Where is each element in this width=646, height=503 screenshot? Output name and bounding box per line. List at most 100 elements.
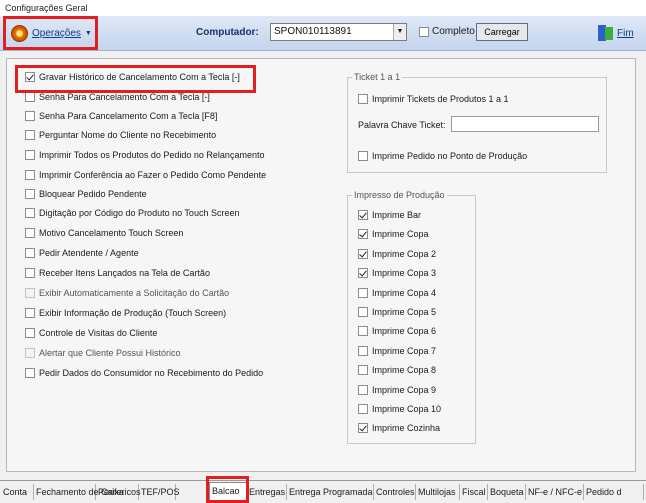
tab-tef-pos[interactable]: TEF/POS xyxy=(139,484,180,500)
impresso-checkbox[interactable]: Imprime Copa 5 xyxy=(358,307,436,317)
impresso-label: Imprime Copa 9 xyxy=(372,384,437,395)
option-checkbox[interactable]: Digitação por Código do Produto no Touch… xyxy=(25,208,239,218)
option-checkbox[interactable]: Bloquear Pedido Pendente xyxy=(25,189,147,199)
carregar-button[interactable]: Carregar xyxy=(476,23,528,41)
operacoes-menu-button[interactable]: Operações ▼ xyxy=(3,16,98,50)
highlight-box xyxy=(15,65,256,93)
checkbox-box[interactable] xyxy=(25,189,35,199)
option-checkbox[interactable]: Motivo Cancelamento Touch Screen xyxy=(25,228,183,238)
checkbox-box[interactable] xyxy=(25,150,35,160)
checkbox-box[interactable] xyxy=(25,248,35,258)
tab-pedido-d[interactable]: Pedido d xyxy=(584,484,644,500)
computador-select[interactable]: SPON010113891 ▼ xyxy=(270,23,407,41)
impresso-checkbox[interactable]: Imprime Cozinha xyxy=(358,423,441,434)
option-label: Senha Para Cancelamento Com a Tecla [F8] xyxy=(39,111,218,121)
ticket-group-title: Ticket 1 a 1 xyxy=(352,72,403,82)
option-label: Exibir Automaticamente a Solicitação do … xyxy=(39,288,230,298)
option-checkbox[interactable]: Imprimir Todos os Produtos do Pedido no … xyxy=(25,150,264,160)
impresso-checkbox[interactable]: Imprime Copa 3 xyxy=(358,268,437,279)
checkbox-box[interactable] xyxy=(358,151,368,161)
option-checkbox[interactable]: Senha Para Cancelamento Com a Tecla [-] xyxy=(25,92,210,102)
option-checkbox[interactable]: Perguntar Nome do Cliente no Recebimento xyxy=(25,130,216,140)
tab-multilojas[interactable]: Multilojas xyxy=(416,484,460,500)
checkbox-box[interactable] xyxy=(25,288,35,298)
checked-box-icon[interactable] xyxy=(358,229,368,240)
impresso-label: Imprime Bar xyxy=(372,210,422,220)
checkbox-box[interactable] xyxy=(25,130,35,140)
tab-nf-e-nfc-e[interactable]: NF-e / NFC-e xyxy=(526,484,584,500)
tab-conta[interactable]: Conta xyxy=(1,484,34,500)
imprime-pedido-label: Imprime Pedido no Ponto de Produção xyxy=(372,151,528,161)
imprimir-tickets-checkbox[interactable]: Imprimir Tickets de Produtos 1 a 1 xyxy=(358,94,509,104)
impresso-checkbox[interactable]: Imprime Copa 2 xyxy=(358,248,436,259)
option-checkbox[interactable]: Exibir Automaticamente a Solicitação do … xyxy=(25,288,229,298)
option-checkbox[interactable]: Controle de Visitas do Cliente xyxy=(25,328,157,338)
checked-box-icon[interactable] xyxy=(358,210,368,220)
imprime-pedido-checkbox[interactable]: Imprime Pedido no Ponto de Produção xyxy=(358,151,527,161)
palavra-chave-label: Palavra Chave Ticket: xyxy=(358,120,446,130)
checkbox-box[interactable] xyxy=(358,365,368,376)
impresso-checkbox[interactable]: Imprime Copa 6 xyxy=(358,326,436,337)
checkbox-box[interactable] xyxy=(25,268,35,278)
checkbox-box[interactable] xyxy=(358,404,368,414)
impresso-checkbox[interactable]: Imprime Copa 8 xyxy=(358,365,436,376)
checkbox-box[interactable] xyxy=(25,208,35,218)
checkbox-box[interactable] xyxy=(25,348,35,358)
checkbox-box[interactable] xyxy=(358,326,368,337)
dropdown-arrow-icon[interactable]: ▼ xyxy=(393,24,406,40)
option-label: Receber Itens Lançados na Tela de Cartão xyxy=(39,268,210,278)
checkbox-box[interactable] xyxy=(25,111,35,121)
impresso-label: Imprime Copa 3 xyxy=(372,268,437,279)
option-label: Senha Para Cancelamento Com a Tecla [-] xyxy=(39,92,210,102)
impresso-checkbox[interactable]: Imprime Copa 9 xyxy=(358,384,437,395)
impresso-label: Imprime Copa 5 xyxy=(372,307,437,317)
checkbox-box[interactable] xyxy=(25,170,35,180)
option-checkbox[interactable]: Pedir Dados do Consumidor no Recebimento… xyxy=(25,368,263,378)
tab-entrega-programada[interactable]: Entrega Programada xyxy=(287,484,374,500)
tab-entregas[interactable]: Entregas xyxy=(247,484,287,500)
checked-box-icon[interactable] xyxy=(358,423,368,434)
tab-controles[interactable]: Controles xyxy=(374,484,416,500)
option-label: Bloquear Pedido Pendente xyxy=(39,189,147,199)
impresso-checkbox[interactable]: Imprime Bar xyxy=(358,210,421,220)
option-label: Pedir Atendente / Agente xyxy=(39,248,139,258)
option-label: Exibir Informação de Produção (Touch Scr… xyxy=(39,308,227,318)
checkbox-box[interactable] xyxy=(25,308,35,318)
completo-label: Completo xyxy=(432,26,475,37)
checkbox-box[interactable] xyxy=(358,307,368,317)
checkbox-box[interactable] xyxy=(358,384,368,395)
impresso-checkbox[interactable]: Imprime Copa 10 xyxy=(358,404,441,414)
toolbar: Operações ▼ Computador: SPON010113891 ▼ … xyxy=(0,16,646,51)
tab-boqueta[interactable]: Boqueta xyxy=(488,484,526,500)
fim-label: Fim xyxy=(617,27,634,39)
checkbox-box[interactable] xyxy=(358,287,368,298)
checkbox-box[interactable] xyxy=(25,368,35,378)
gear-icon xyxy=(11,24,28,42)
completo-checkbox[interactable]: Completo xyxy=(419,26,475,37)
impresso-checkbox[interactable]: Imprime Copa 7 xyxy=(358,345,436,356)
chevron-down-icon: ▼ xyxy=(84,29,92,37)
tab-perifericos[interactable]: Perifericos xyxy=(96,484,141,500)
checkbox-box[interactable] xyxy=(358,345,368,356)
tab-fiscal[interactable]: Fiscal xyxy=(460,484,488,500)
impresso-label: Imprime Copa 4 xyxy=(372,287,437,298)
palavra-chave-input[interactable] xyxy=(451,116,599,132)
option-checkbox[interactable]: Imprimir Conferência ao Fazer o Pedido C… xyxy=(25,170,266,180)
fim-button[interactable]: Fim xyxy=(598,25,634,41)
checkbox-box[interactable] xyxy=(25,92,35,102)
option-checkbox[interactable]: Senha Para Cancelamento Com a Tecla [F8] xyxy=(25,111,217,121)
impresso-checkbox[interactable]: Imprime Copa xyxy=(358,229,429,240)
option-checkbox[interactable]: Exibir Informação de Produção (Touch Scr… xyxy=(25,308,226,318)
option-checkbox[interactable]: Alertar que Cliente Possui Histórico xyxy=(25,348,181,358)
checked-box-icon[interactable] xyxy=(358,248,368,259)
checked-box-icon[interactable] xyxy=(358,268,368,279)
option-checkbox[interactable]: Pedir Atendente / Agente xyxy=(25,248,139,258)
tab-fechamento-de-caixa[interactable]: Fechamento de Caixa xyxy=(34,484,124,500)
checkbox-box[interactable] xyxy=(25,228,35,238)
checkbox-box[interactable] xyxy=(25,328,35,338)
impresso-checkbox[interactable]: Imprime Copa 4 xyxy=(358,287,437,298)
option-checkbox[interactable]: Receber Itens Lançados na Tela de Cartão xyxy=(25,268,210,278)
completo-checkbox-box[interactable] xyxy=(419,26,429,37)
impresso-label: Imprime Cozinha xyxy=(372,423,441,434)
checkbox-box[interactable] xyxy=(358,94,368,104)
